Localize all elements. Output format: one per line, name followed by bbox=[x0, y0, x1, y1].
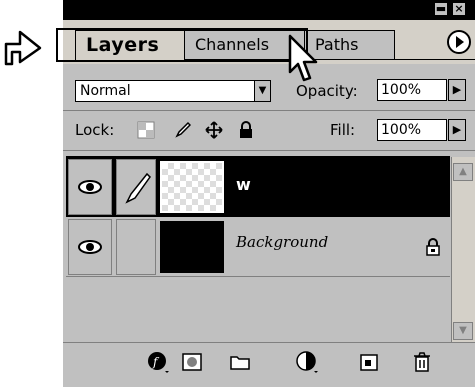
fill-label: Fill: bbox=[330, 121, 356, 139]
lock-transparency-icon[interactable] bbox=[137, 121, 155, 139]
chevron-down-icon[interactable]: ▼ bbox=[254, 81, 270, 101]
scrollbar[interactable] bbox=[451, 157, 475, 342]
layer-name[interactable]: w bbox=[236, 175, 251, 194]
layer-row-background[interactable]: Background bbox=[66, 217, 450, 277]
new-set-icon[interactable] bbox=[228, 350, 252, 374]
lock-icon bbox=[426, 238, 440, 256]
layer-edit-toggle[interactable] bbox=[116, 159, 156, 215]
layer-row-w[interactable]: w bbox=[66, 157, 450, 217]
swipe-gesture-icon bbox=[4, 30, 42, 66]
new-layer-icon[interactable] bbox=[357, 350, 381, 374]
palette-menu-icon[interactable] bbox=[445, 28, 473, 56]
add-mask-icon[interactable] bbox=[180, 350, 204, 374]
divider bbox=[63, 150, 475, 151]
opacity-label: Opacity: bbox=[296, 82, 358, 100]
close-button[interactable]: × bbox=[452, 2, 466, 16]
eye-icon bbox=[78, 180, 102, 194]
brush-icon bbox=[125, 172, 151, 204]
opacity-slider-button[interactable]: ▶ bbox=[448, 79, 466, 101]
layer-edit-toggle[interactable] bbox=[116, 219, 156, 275]
minimize-button[interactable]: ▬ bbox=[434, 2, 448, 16]
visibility-toggle[interactable] bbox=[68, 219, 112, 275]
layer-thumbnail bbox=[160, 161, 224, 213]
layer-style-icon[interactable]: f bbox=[146, 350, 170, 374]
lock-label: Lock: bbox=[75, 121, 115, 139]
visibility-toggle[interactable] bbox=[68, 159, 112, 215]
scroll-down-icon[interactable]: ▼ bbox=[453, 322, 473, 340]
fill-slider-button[interactable]: ▶ bbox=[448, 119, 466, 141]
tab-highlight-box bbox=[56, 28, 308, 62]
eye-icon bbox=[78, 240, 102, 254]
palette-titlebar[interactable] bbox=[63, 0, 475, 20]
lock-all-icon[interactable] bbox=[237, 121, 255, 139]
trash-icon[interactable] bbox=[410, 350, 434, 374]
lock-paint-icon[interactable] bbox=[173, 121, 191, 139]
lock-position-icon[interactable] bbox=[205, 121, 223, 139]
layer-name[interactable]: Background bbox=[236, 233, 328, 251]
adjustment-layer-icon[interactable] bbox=[295, 350, 319, 374]
scroll-up-icon[interactable]: ▲ bbox=[453, 163, 473, 181]
blend-mode-select[interactable]: Normal bbox=[75, 80, 271, 102]
mouse-cursor-icon bbox=[288, 34, 318, 82]
opacity-input[interactable]: 100% bbox=[377, 79, 447, 101]
divider bbox=[63, 110, 475, 111]
layer-thumbnail bbox=[160, 221, 224, 273]
fill-input[interactable]: 100% bbox=[377, 119, 447, 141]
